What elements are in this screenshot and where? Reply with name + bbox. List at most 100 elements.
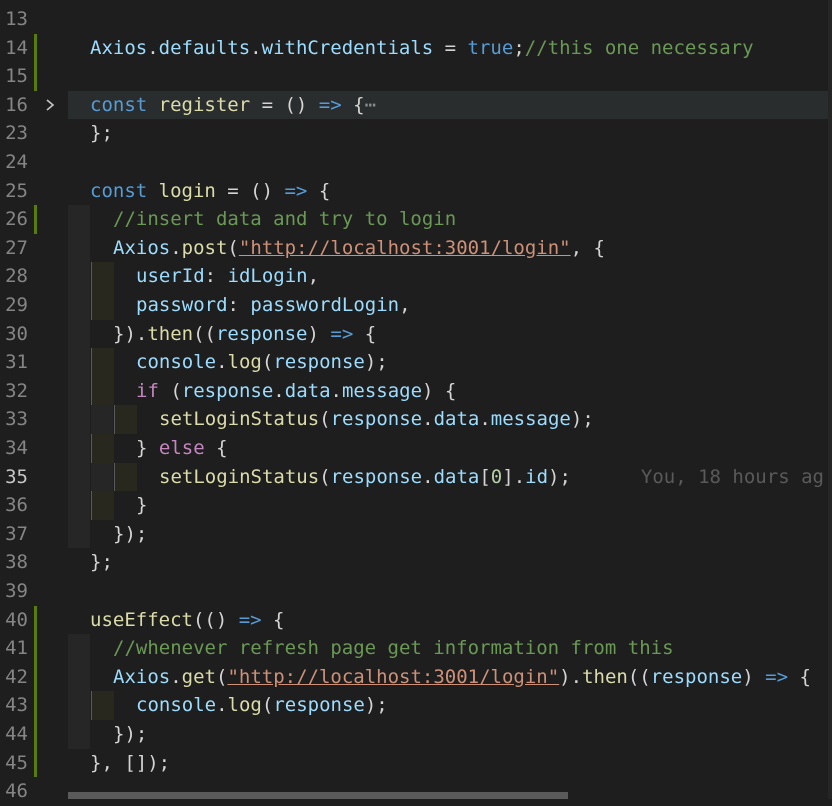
- code-line-26[interactable]: 26 //insert data and try to login: [0, 205, 832, 234]
- code-content[interactable]: const login = () => {: [68, 177, 832, 206]
- code-content[interactable]: Axios.defaults.withCredentials = true;//…: [68, 34, 832, 63]
- code-line-31[interactable]: 31 console.log(response);: [0, 348, 832, 377]
- code-token: .: [147, 36, 159, 59]
- code-content[interactable]: [68, 5, 832, 34]
- git-change-marker[interactable]: [34, 720, 37, 749]
- code-content[interactable]: userId: idLogin,: [68, 262, 832, 291]
- code-token: .: [479, 408, 491, 431]
- code-line-24[interactable]: 24: [0, 148, 832, 177]
- code-token: };: [90, 122, 113, 145]
- code-content[interactable]: } else {: [68, 434, 832, 463]
- code-line-42[interactable]: 42 Axios.get("http://localhost:3001/login…: [0, 662, 832, 692]
- vertical-scrollbar-track[interactable]: [828, 0, 832, 799]
- indent-guide: [68, 720, 90, 749]
- code-line-33[interactable]: 33 setLoginStatus(response.data.message);: [0, 405, 832, 434]
- code-content[interactable]: }, []);: [68, 749, 832, 778]
- code-token: if: [136, 379, 159, 402]
- code-line-32[interactable]: 32 if (response.data.message) {: [0, 376, 832, 406]
- git-change-marker[interactable]: [34, 62, 37, 91]
- code-token[interactable]: ⋯: [365, 94, 376, 116]
- code-line-14[interactable]: 14 Axios.defaults.withCredentials = true;…: [0, 33, 832, 63]
- code-content[interactable]: });: [68, 720, 832, 749]
- git-change-marker[interactable]: [34, 662, 37, 692]
- code-token: {: [204, 437, 228, 459]
- line-number: 34: [5, 437, 28, 459]
- code-text: });: [113, 520, 147, 549]
- code-token: log: [227, 694, 262, 717]
- code-line-13[interactable]: 13: [0, 5, 832, 34]
- code-editor[interactable]: 13 14 Axios.defaults.withCredentials = tru…: [0, 0, 832, 802]
- code-line-23[interactable]: 23};: [0, 119, 832, 148]
- code-line-34[interactable]: 34 } else {: [0, 434, 832, 463]
- git-blame-annotation[interactable]: You, 18 hours ag: [641, 466, 824, 488]
- code-content[interactable]: Axios.post("http://localhost:3001/login"…: [68, 233, 832, 263]
- code-line-15[interactable]: 15: [0, 62, 832, 91]
- code-line-43[interactable]: 43 console.log(response);: [0, 691, 832, 720]
- line-number: 13: [5, 8, 28, 30]
- code-line-35[interactable]: 35 setLoginStatus(response.data[0].id); Yo…: [0, 462, 832, 492]
- code-line-45[interactable]: 45}, []);: [0, 748, 832, 778]
- code-line-44[interactable]: 44});: [0, 720, 832, 749]
- git-change-marker[interactable]: [34, 748, 37, 778]
- code-content[interactable]: [68, 577, 832, 606]
- code-content[interactable]: Axios.get("http://localhost:3001/login")…: [68, 662, 832, 692]
- code-token: message: [341, 379, 423, 402]
- code-line-41[interactable]: 41 //whenever refresh page get informatio…: [0, 634, 832, 663]
- line-number: 24: [5, 151, 28, 173]
- code-line-27[interactable]: 27 Axios.post("http://localhost:3001/logi…: [0, 233, 832, 263]
- horizontal-scrollbar[interactable]: [68, 792, 568, 799]
- code-content[interactable]: useEffect(() => {: [68, 606, 832, 635]
- code-content[interactable]: }: [68, 491, 832, 520]
- code-line-37[interactable]: 37});: [0, 519, 832, 549]
- code-text: setLoginStatus(response.data.message);: [159, 405, 594, 434]
- code-token: }, []);: [90, 751, 171, 774]
- code-line-30[interactable]: 30}).then((response) => {: [0, 319, 832, 349]
- code-content[interactable]: setLoginStatus(response.data[0].id); You,…: [68, 462, 832, 492]
- code-token: then: [147, 322, 194, 345]
- git-change-marker[interactable]: [34, 33, 37, 63]
- url-link[interactable]: "http://localhost:3001/login": [227, 666, 559, 688]
- code-content[interactable]: [68, 62, 832, 91]
- code-content[interactable]: //insert data and try to login: [68, 205, 832, 234]
- git-change-marker[interactable]: [34, 691, 37, 720]
- code-token: (: [215, 665, 228, 688]
- code-token: idLogin: [227, 265, 308, 288]
- indent-guide: [114, 405, 137, 434]
- git-change-marker[interactable]: [34, 634, 37, 663]
- line-number: 23: [5, 122, 28, 145]
- code-content[interactable]: [68, 148, 832, 177]
- code-line-25[interactable]: 25 const login = () => {: [0, 177, 832, 206]
- code-content[interactable]: if (response.data.message) {: [68, 376, 832, 406]
- code-content[interactable]: console.log(response);: [68, 348, 832, 377]
- code-content[interactable]: });: [68, 519, 832, 549]
- code-content[interactable]: console.log(response);: [68, 691, 832, 720]
- code-line-28[interactable]: 28 userId: idLogin,: [0, 262, 832, 291]
- code-line-40[interactable]: 40 useEffect(() => {: [0, 605, 832, 635]
- git-change-marker[interactable]: [34, 205, 37, 234]
- code-content[interactable]: //whenever refresh page get information …: [68, 634, 832, 663]
- code-content[interactable]: const register = () => {⋯: [68, 90, 832, 120]
- code-line-29[interactable]: 29 password: passwordLogin,: [0, 291, 832, 320]
- code-token: {: [307, 179, 331, 202]
- code-text: }).then((response) => {: [113, 320, 376, 349]
- code-line-16[interactable]: 16 const register = () => {⋯: [0, 90, 832, 120]
- code-text: console.log(response);: [136, 348, 388, 377]
- code-line-38[interactable]: 38};: [0, 548, 832, 577]
- indent-guide: [68, 434, 90, 463]
- code-content[interactable]: setLoginStatus(response.data.message);: [68, 405, 832, 434]
- chevron-right-icon[interactable]: [44, 97, 56, 113]
- git-change-marker[interactable]: [34, 605, 37, 635]
- code-token: {: [261, 608, 285, 631]
- url-link[interactable]: "http://localhost:3001/login": [239, 237, 571, 259]
- line-number: 42: [5, 665, 28, 688]
- code-content[interactable]: password: passwordLogin,: [68, 291, 832, 320]
- code-content[interactable]: };: [68, 119, 832, 148]
- code-content[interactable]: }).then((response) => {: [68, 319, 832, 349]
- code-line-36[interactable]: 36}: [0, 491, 832, 520]
- line-number: 43: [5, 694, 28, 717]
- code-text: console.log(response);: [136, 691, 388, 720]
- code-token: );: [570, 408, 594, 431]
- code-content[interactable]: };: [68, 548, 832, 577]
- indent-guide: [68, 262, 90, 291]
- code-line-39[interactable]: 39: [0, 577, 832, 606]
